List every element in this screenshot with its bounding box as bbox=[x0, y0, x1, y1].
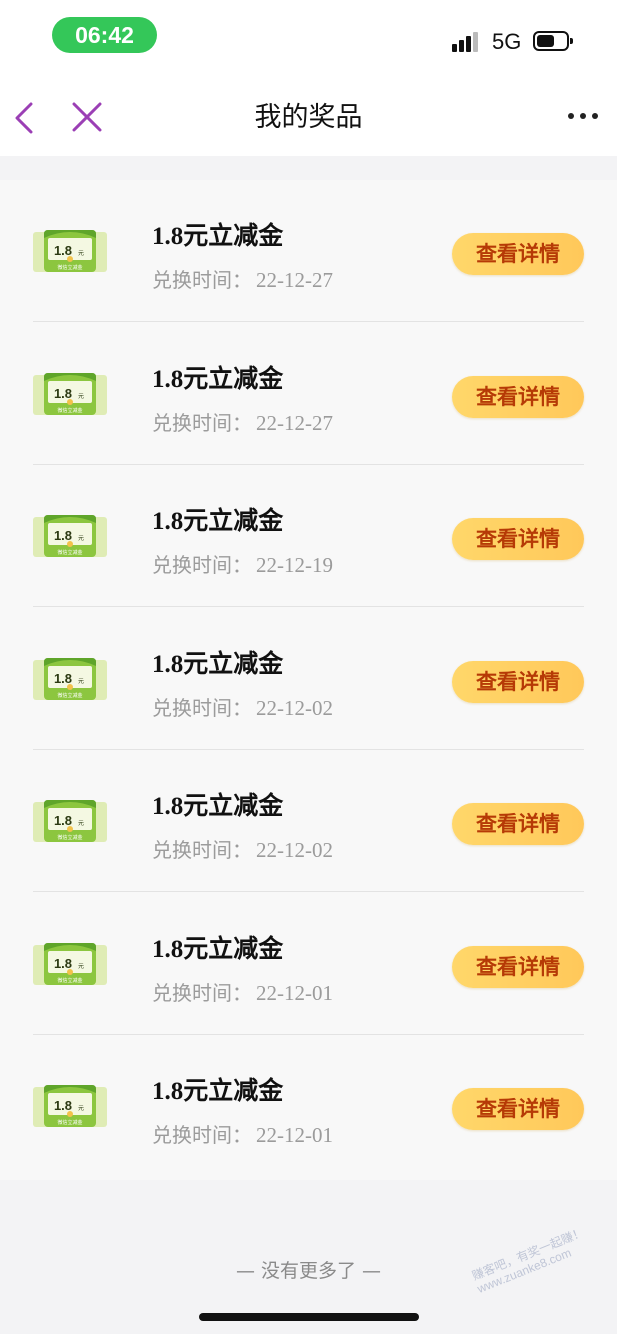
prize-date-row: 兑换时间： 22-12-19 bbox=[152, 549, 333, 578]
svg-text:1.8: 1.8 bbox=[54, 528, 72, 543]
prize-date-row: 兑换时间： 22-12-27 bbox=[152, 407, 333, 436]
prize-name: 1.8元立减金 bbox=[152, 936, 284, 963]
coupon-thumbnail-icon: 1.8 元 微信立减金 bbox=[33, 373, 107, 415]
prize-list-item: 1.8 元 微信立减金 1.8元立减金 兑换时间： 22-12-27 查看详情 bbox=[0, 323, 617, 465]
redeem-time-label: 兑换时间： bbox=[152, 696, 252, 720]
svg-text:元: 元 bbox=[78, 678, 84, 685]
redeem-time-label: 兑换时间： bbox=[152, 838, 252, 862]
home-indicator[interactable] bbox=[199, 1313, 419, 1321]
svg-text:微信立减金: 微信立减金 bbox=[57, 264, 82, 271]
prize-list: 1.8 元 微信立减金 1.8元立减金 兑换时间： 22-12-27 查看详情 1… bbox=[0, 180, 617, 1180]
svg-text:元: 元 bbox=[78, 1105, 84, 1112]
svg-text:微信立减金: 微信立减金 bbox=[57, 1119, 82, 1126]
network-type: 5G bbox=[492, 29, 522, 54]
coupon-thumbnail-icon: 1.8 元 微信立减金 bbox=[33, 515, 107, 557]
view-details-button[interactable]: 查看详情 bbox=[452, 1088, 584, 1130]
redeem-time-label: 兑换时间： bbox=[152, 553, 252, 577]
redeem-time-label: 兑换时间： bbox=[152, 1123, 252, 1147]
svg-text:元: 元 bbox=[78, 250, 84, 257]
prize-date-row: 兑换时间： 22-12-02 bbox=[152, 834, 333, 863]
prize-date-row: 兑换时间： 22-12-01 bbox=[152, 1119, 333, 1148]
prize-date-row: 兑换时间： 22-12-02 bbox=[152, 692, 333, 721]
view-details-button[interactable]: 查看详情 bbox=[452, 661, 584, 703]
coupon-thumbnail-icon: 1.8 元 微信立减金 bbox=[33, 943, 107, 985]
view-details-button[interactable]: 查看详情 bbox=[452, 946, 584, 988]
signal-icon bbox=[452, 30, 484, 52]
view-details-button[interactable]: 查看详情 bbox=[452, 803, 584, 845]
coupon-thumbnail-icon: 1.8 元 微信立减金 bbox=[33, 800, 107, 842]
chevron-left-icon[interactable] bbox=[10, 98, 40, 138]
divider bbox=[33, 891, 584, 892]
svg-text:元: 元 bbox=[78, 963, 84, 970]
redeem-time-value: 22-12-27 bbox=[256, 411, 333, 435]
prize-list-item: 1.8 元 微信立减金 1.8元立减金 兑换时间： 22-12-02 查看详情 bbox=[0, 608, 617, 750]
svg-text:微信立减金: 微信立减金 bbox=[57, 977, 82, 984]
close-icon[interactable] bbox=[70, 100, 104, 134]
svg-text:元: 元 bbox=[78, 820, 84, 827]
status-bar: 06:42 5G bbox=[0, 0, 617, 80]
svg-text:1.8: 1.8 bbox=[54, 671, 72, 686]
redeem-time-value: 22-12-01 bbox=[256, 1123, 333, 1147]
prize-name: 1.8元立减金 bbox=[152, 508, 284, 535]
svg-text:1.8: 1.8 bbox=[54, 243, 72, 258]
prize-list-item: 1.8 元 微信立减金 1.8元立减金 兑换时间： 22-12-01 查看详情 bbox=[0, 893, 617, 1035]
prize-list-item: 1.8 元 微信立减金 1.8元立减金 兑换时间： 22-12-01 查看详情 bbox=[0, 1035, 617, 1177]
svg-text:元: 元 bbox=[78, 535, 84, 542]
redeem-time-value: 22-12-27 bbox=[256, 268, 333, 292]
more-dots-icon[interactable] bbox=[565, 110, 601, 122]
redeem-time-value: 22-12-02 bbox=[256, 696, 333, 720]
view-details-button[interactable]: 查看详情 bbox=[452, 376, 584, 418]
prize-name: 1.8元立减金 bbox=[152, 366, 284, 393]
redeem-time-label: 兑换时间： bbox=[152, 411, 252, 435]
prize-date-row: 兑换时间： 22-12-01 bbox=[152, 977, 333, 1006]
coupon-thumbnail-icon: 1.8 元 微信立减金 bbox=[33, 230, 107, 272]
svg-text:微信立减金: 微信立减金 bbox=[57, 549, 82, 556]
prize-name: 1.8元立减金 bbox=[152, 793, 284, 820]
redeem-time-label: 兑换时间： bbox=[152, 268, 252, 292]
svg-text:微信立减金: 微信立减金 bbox=[57, 407, 82, 414]
prize-list-item: 1.8 元 微信立减金 1.8元立减金 兑换时间： 22-12-19 查看详情 bbox=[0, 465, 617, 607]
prize-date-row: 兑换时间： 22-12-27 bbox=[152, 264, 333, 293]
svg-text:1.8: 1.8 bbox=[54, 956, 72, 971]
battery-icon bbox=[533, 31, 573, 51]
redeem-time-value: 22-12-02 bbox=[256, 838, 333, 862]
divider bbox=[33, 606, 584, 607]
redeem-time-value: 22-12-19 bbox=[256, 553, 333, 577]
svg-text:1.8: 1.8 bbox=[54, 386, 72, 401]
redeem-time-value: 22-12-01 bbox=[256, 981, 333, 1005]
prize-name: 1.8元立减金 bbox=[152, 223, 284, 250]
nav-bar: 我的奖品 bbox=[0, 80, 617, 156]
svg-text:1.8: 1.8 bbox=[54, 1098, 72, 1113]
coupon-thumbnail-icon: 1.8 元 微信立减金 bbox=[33, 1085, 107, 1127]
prize-list-item: 1.8 元 微信立减金 1.8元立减金 兑换时间： 22-12-02 查看详情 bbox=[0, 750, 617, 892]
svg-text:微信立减金: 微信立减金 bbox=[57, 692, 82, 699]
view-details-button[interactable]: 查看详情 bbox=[452, 518, 584, 560]
prize-name: 1.8元立减金 bbox=[152, 1078, 284, 1105]
svg-text:微信立减金: 微信立减金 bbox=[57, 834, 82, 841]
svg-text:元: 元 bbox=[78, 393, 84, 400]
status-time: 06:42 bbox=[52, 17, 157, 53]
divider bbox=[33, 321, 584, 322]
redeem-time-label: 兑换时间： bbox=[152, 981, 252, 1005]
svg-text:1.8: 1.8 bbox=[54, 813, 72, 828]
view-details-button[interactable]: 查看详情 bbox=[452, 233, 584, 275]
prize-name: 1.8元立减金 bbox=[152, 651, 284, 678]
coupon-thumbnail-icon: 1.8 元 微信立减金 bbox=[33, 658, 107, 700]
prize-list-item: 1.8 元 微信立减金 1.8元立减金 兑换时间： 22-12-27 查看详情 bbox=[0, 180, 617, 322]
